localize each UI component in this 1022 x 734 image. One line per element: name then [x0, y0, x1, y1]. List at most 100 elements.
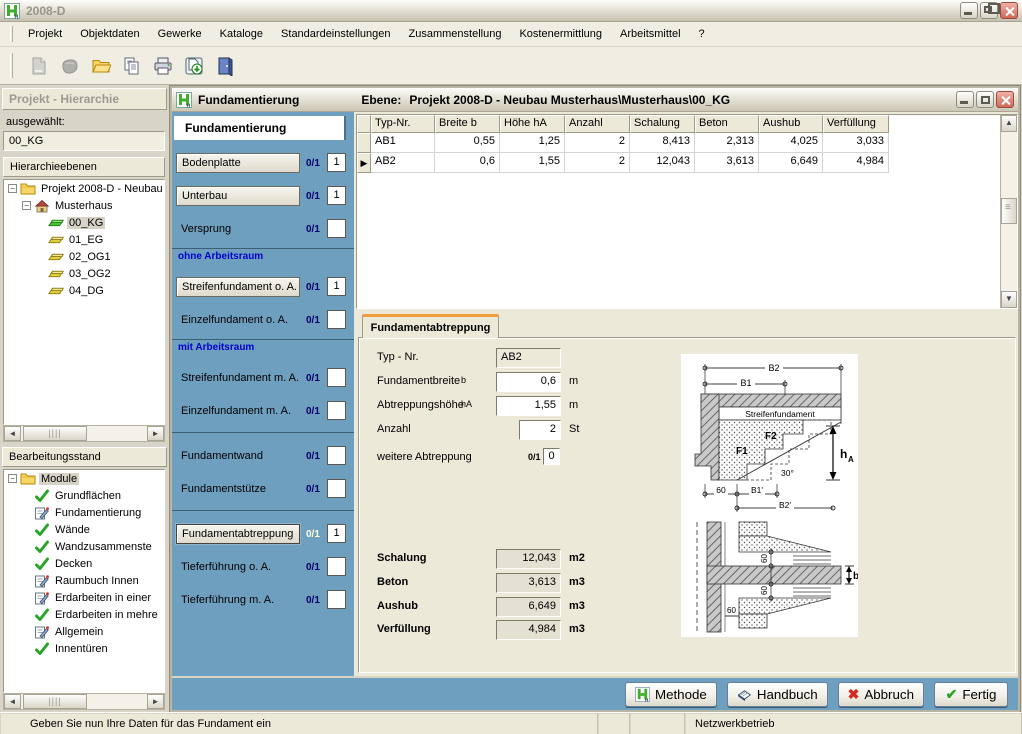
- menu-item-kostenermittlung[interactable]: Kostenermittlung: [510, 25, 611, 43]
- menu-item-zusammenstellung[interactable]: Zusammenstellung: [400, 25, 511, 43]
- processing-status-header[interactable]: Bearbeitungsstand: [2, 447, 167, 467]
- input-fundamentbreite[interactable]: 0,6: [496, 372, 561, 392]
- column-header-typnr[interactable]: Typ-Nr.: [371, 115, 435, 133]
- tab-fundamentabtreppung[interactable]: Fundamentabtreppung: [362, 314, 499, 338]
- tree-expander-icon[interactable]: −: [22, 201, 31, 210]
- hierarchy-levels-header[interactable]: Hierarchieebenen: [3, 157, 165, 177]
- column-header-anzahl[interactable]: Anzahl: [565, 115, 630, 133]
- table-cell[interactable]: 4,025: [759, 133, 823, 153]
- input-weitereabtreppung[interactable]: 0: [543, 448, 560, 465]
- project-tree-hscrollbar[interactable]: ◄►: [3, 425, 165, 442]
- module-item-wandzusammenste[interactable]: Wandzusammenste: [4, 538, 164, 555]
- modules-tree-hscrollbar[interactable]: ◄►: [3, 693, 165, 710]
- tree-expander-icon[interactable]: −: [8, 474, 17, 483]
- menu-item-gewerke[interactable]: Gewerke: [149, 25, 211, 43]
- module-item-erdarbeiteninmehre[interactable]: Erdarbeiten in mehre: [4, 606, 164, 623]
- count-input[interactable]: 1: [327, 153, 346, 172]
- table-cell[interactable]: 3,033: [823, 133, 889, 153]
- count-input[interactable]: [327, 368, 346, 387]
- column-header-breiteb[interactable]: Breite b: [435, 115, 500, 133]
- scroll-left-icon[interactable]: ◄: [4, 694, 21, 709]
- menu-item-[interactable]: ?: [690, 25, 714, 43]
- column-header-schalung[interactable]: Schalung: [630, 115, 695, 133]
- module-item-raumbuchinnen[interactable]: Raumbuch Innen: [4, 572, 164, 589]
- foundation-item-label[interactable]: Tieferführung o. A.: [176, 557, 300, 577]
- inner-minimize-button[interactable]: [956, 91, 974, 108]
- foundation-item-label[interactable]: Fundamentwand: [176, 446, 300, 466]
- module-item-wnde[interactable]: Wände: [4, 521, 164, 538]
- scrollbar-thumb[interactable]: [23, 426, 87, 441]
- menu-item-standardeinstellungen[interactable]: Standardeinstellungen: [272, 25, 399, 43]
- count-input[interactable]: [327, 479, 346, 498]
- foundation-item-label[interactable]: Fundamentstütze: [176, 479, 300, 499]
- table-cell[interactable]: 2,313: [695, 133, 759, 153]
- count-input[interactable]: [327, 590, 346, 609]
- close-button[interactable]: [1000, 2, 1018, 19]
- foundation-item-label[interactable]: Streifenfundament m. A.: [176, 368, 300, 388]
- scroll-right-icon[interactable]: ►: [147, 694, 164, 709]
- table-cell[interactable]: 4,984: [823, 153, 889, 173]
- module-item-module[interactable]: −Module: [4, 470, 164, 487]
- column-header-beton[interactable]: Beton: [695, 115, 759, 133]
- table-cell[interactable]: 1,55: [500, 153, 565, 173]
- module-item-grundflchen[interactable]: Grundflächen: [4, 487, 164, 504]
- table-cell[interactable]: 6,649: [759, 153, 823, 173]
- row-selector[interactable]: [357, 133, 371, 153]
- open-folder-icon[interactable]: [90, 55, 112, 77]
- count-input[interactable]: 1: [327, 524, 346, 543]
- tree-expander-icon[interactable]: −: [8, 184, 17, 193]
- exit-icon[interactable]: [214, 55, 236, 77]
- count-input[interactable]: [327, 446, 346, 465]
- table-row[interactable]: ▶AB20,61,55212,0433,6136,6494,984: [357, 153, 1000, 173]
- foundation-item-label[interactable]: Bodenplatte: [176, 153, 300, 173]
- scrollbar-thumb[interactable]: [23, 694, 87, 709]
- table-cell[interactable]: 2: [565, 153, 630, 173]
- tree-item-00kg[interactable]: 00_KG: [4, 214, 164, 231]
- menu-item-kataloge[interactable]: Kataloge: [211, 25, 272, 43]
- count-input[interactable]: [327, 401, 346, 420]
- print-icon[interactable]: [152, 55, 174, 77]
- copy-icon[interactable]: [121, 55, 143, 77]
- count-input[interactable]: 1: [327, 186, 346, 205]
- abbruch-button[interactable]: ✖Abbruch: [838, 682, 924, 707]
- scroll-left-icon[interactable]: ◄: [4, 426, 21, 441]
- inner-maximize-button[interactable]: [976, 91, 994, 108]
- scrollbar-thumb[interactable]: [1001, 198, 1017, 224]
- tree-item-04dg[interactable]: 04_DG: [4, 282, 164, 299]
- count-input[interactable]: [327, 219, 346, 238]
- module-item-decken[interactable]: Decken: [4, 555, 164, 572]
- table-vscrollbar[interactable]: ▲ ▼: [1000, 115, 1017, 308]
- table-cell[interactable]: AB2: [371, 153, 435, 173]
- column-header-hheha[interactable]: Höhe hA: [500, 115, 565, 133]
- tree-item-03og2[interactable]: 03_OG2: [4, 265, 164, 282]
- menu-item-projekt[interactable]: Projekt: [19, 25, 71, 43]
- tree-item-musterhaus[interactable]: −Musterhaus: [4, 197, 164, 214]
- column-header-verfllung[interactable]: Verfüllung: [823, 115, 889, 133]
- table-cell[interactable]: 0,6: [435, 153, 500, 173]
- tree-item-projekt2008dneubau[interactable]: −Projekt 2008-D - Neubau: [4, 180, 164, 197]
- inner-close-button[interactable]: [996, 91, 1014, 108]
- minimize-button[interactable]: [960, 2, 978, 19]
- restore-button[interactable]: [980, 2, 998, 19]
- tree-item-02og1[interactable]: 02_OG1: [4, 248, 164, 265]
- scroll-up-icon[interactable]: ▲: [1001, 115, 1017, 132]
- tree-item-01eg[interactable]: 01_EG: [4, 231, 164, 248]
- menu-item-arbeitsmittel[interactable]: Arbeitsmittel: [611, 25, 690, 43]
- scroll-right-icon[interactable]: ►: [147, 426, 164, 441]
- fertig-button[interactable]: ✔Fertig: [934, 682, 1008, 707]
- count-input[interactable]: [327, 557, 346, 576]
- foundation-item-label[interactable]: Versprung: [176, 219, 300, 239]
- input-anzahl[interactable]: 2: [519, 420, 561, 440]
- scroll-down-icon[interactable]: ▼: [1001, 291, 1017, 308]
- foundation-item-label[interactable]: Unterbau: [176, 186, 300, 206]
- input-abtreppungshhe[interactable]: 1,55: [496, 396, 561, 416]
- table-cell[interactable]: AB1: [371, 133, 435, 153]
- table-cell[interactable]: 8,413: [630, 133, 695, 153]
- foundation-item-label[interactable]: Einzelfundament o. A.: [176, 310, 300, 330]
- module-item-innentren[interactable]: Innentüren: [4, 640, 164, 657]
- module-item-fundamentierung[interactable]: Fundamentierung: [4, 504, 164, 521]
- table-cell[interactable]: 3,613: [695, 153, 759, 173]
- foundation-item-label[interactable]: Einzelfundament m. A.: [176, 401, 300, 421]
- count-input[interactable]: [327, 310, 346, 329]
- methode-button[interactable]: HMethode: [625, 682, 717, 707]
